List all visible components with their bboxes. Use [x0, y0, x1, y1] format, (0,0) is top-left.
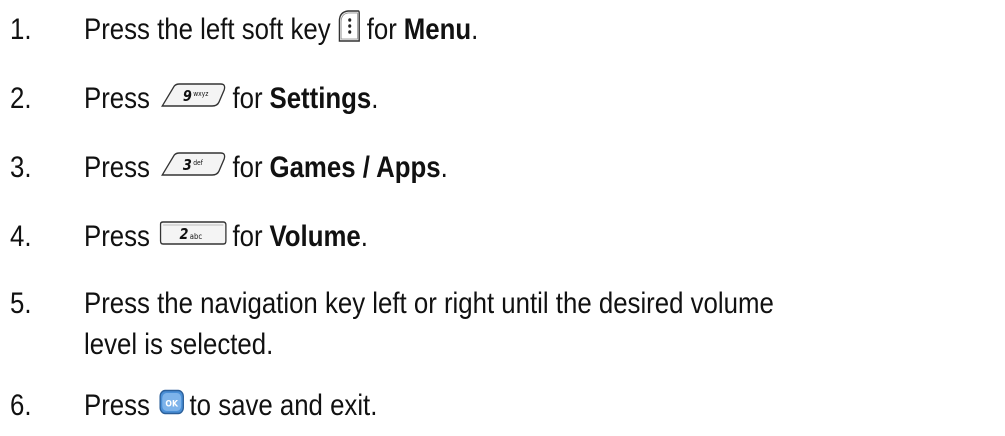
step-text: for — [232, 220, 263, 253]
ok-key-icon: OK — [159, 388, 185, 424]
step-text: Press the navigation key left or right u… — [84, 287, 774, 320]
ok-key-label: OK — [165, 398, 178, 409]
key-letters: def — [193, 159, 203, 168]
key-3-def-icon: 3 def — [159, 150, 228, 186]
step-number: 6. — [10, 389, 32, 422]
left-soft-key-icon — [336, 9, 362, 52]
step-number: 5. — [10, 287, 32, 320]
step-period: . — [440, 151, 448, 184]
step-text: for — [366, 13, 397, 46]
games-apps-label: Games / Apps — [269, 151, 441, 184]
step-text: Press — [84, 389, 150, 422]
key-2-abc-icon: 2 abc — [159, 219, 228, 255]
key-digit: 2 — [179, 226, 188, 243]
step-text: to save and exit. — [189, 389, 378, 422]
step-period: . — [471, 13, 479, 46]
step-text: Press the left soft key — [84, 13, 331, 46]
key-digit: 9 — [183, 88, 192, 105]
settings-label: Settings — [269, 82, 372, 115]
step-period: . — [371, 82, 379, 115]
step-number: 3. — [10, 151, 32, 184]
step-text: Press — [84, 220, 150, 253]
step-text: level is selected. — [84, 328, 274, 361]
key-letters: wxyz — [193, 90, 209, 99]
key-digit: 3 — [183, 157, 192, 174]
step-text: Press — [84, 151, 150, 184]
step-5-line-1: Press the navigation key left or right u… — [84, 286, 886, 322]
key-9-wxyz-icon: 9 wxyz — [159, 81, 228, 117]
step-number: 1. — [10, 13, 32, 46]
step-period: . — [360, 220, 368, 253]
step-number: 2. — [10, 82, 32, 115]
menu-label: Menu — [403, 13, 472, 46]
step-text: Press — [84, 82, 150, 115]
step-text: for — [232, 82, 263, 115]
step-5-line-2: level is selected. — [84, 327, 304, 363]
instruction-steps: 1. Press the left soft key for Menu . 2.… — [0, 0, 1005, 436]
key-letters: abc — [190, 231, 202, 241]
volume-label: Volume — [269, 220, 361, 253]
step-text: for — [232, 151, 263, 184]
step-number: 4. — [10, 220, 32, 253]
